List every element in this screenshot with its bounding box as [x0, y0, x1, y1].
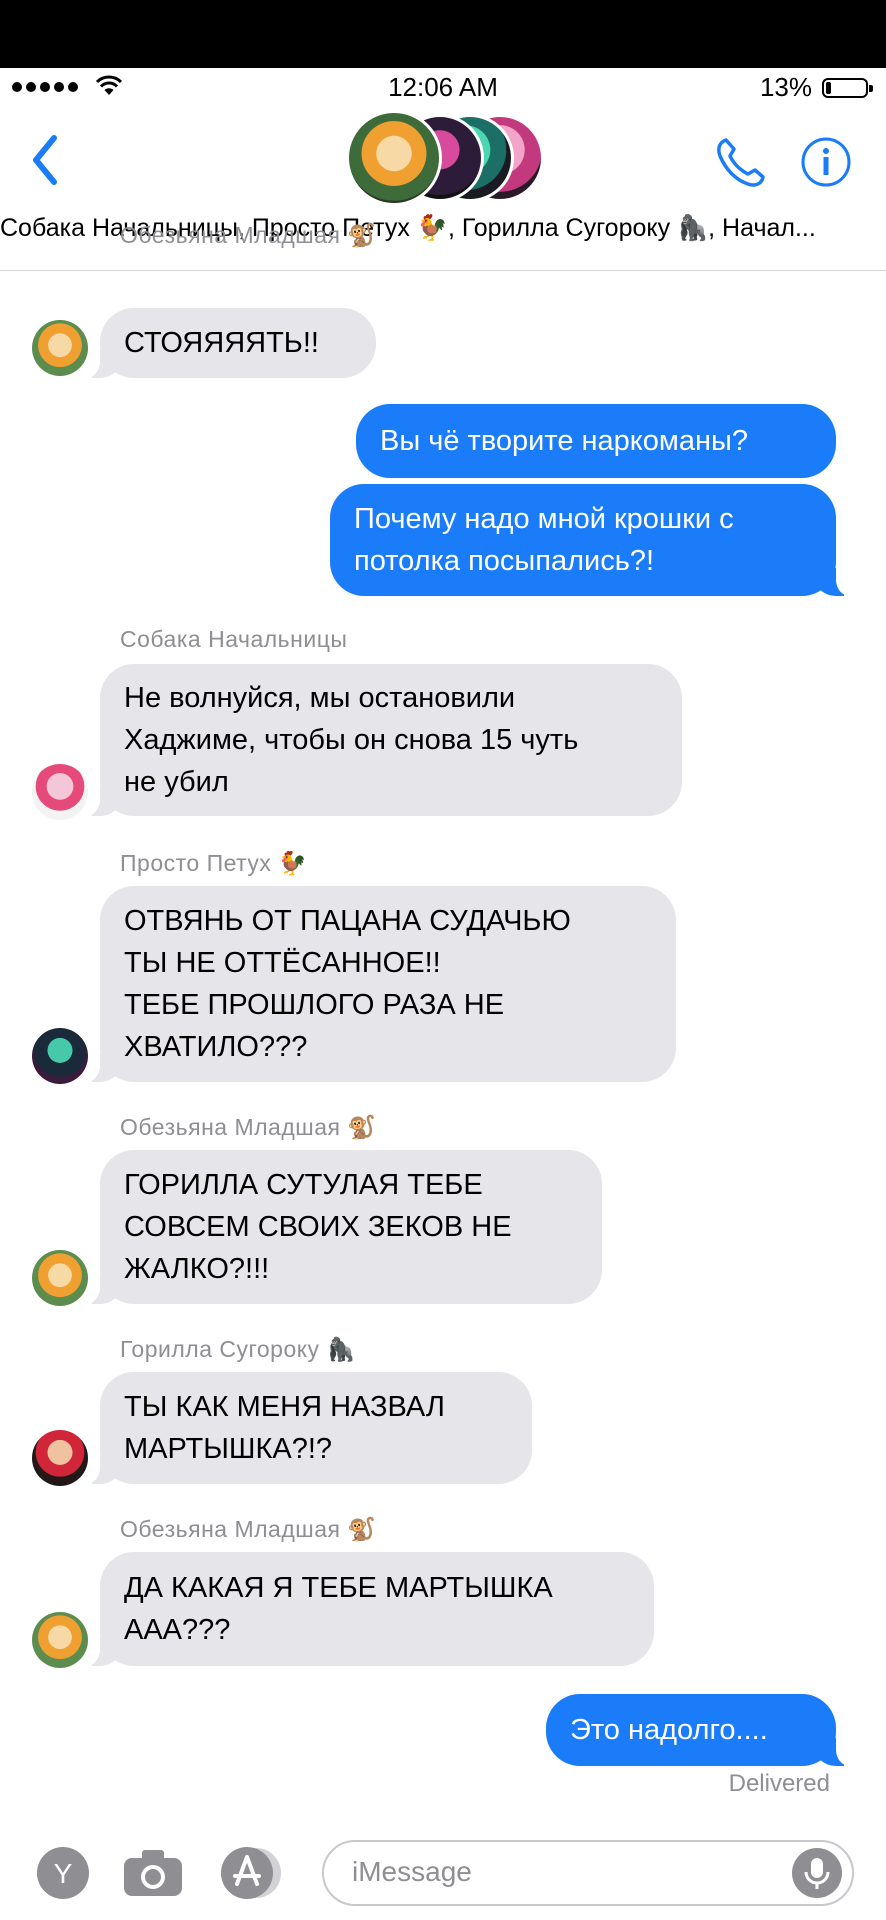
avatar-dog — [32, 764, 88, 820]
app-y-icon: Y — [37, 1847, 89, 1899]
app-drawer-button[interactable]: Y — [36, 1846, 90, 1900]
sender-name: Собака Начальницы — [120, 626, 348, 652]
message-text: Это надолго.... — [570, 1714, 768, 1746]
message-bubble-outgoing[interactable]: Это надолго.... — [546, 1694, 858, 1766]
message-text: ТЫ КАК МЕНЯ НАЗВАЛ МАРТЫШКА?!? — [124, 1391, 445, 1465]
message-bubble-incoming[interactable]: ТЫ КАК МЕНЯ НАЗВАЛ МАРТЫШКА?!? — [78, 1372, 532, 1484]
phone-call-icon[interactable] — [712, 134, 768, 190]
avatar-monkey — [32, 1250, 88, 1306]
sender-name: Просто Петух 🐓 — [120, 850, 308, 876]
imessage-input[interactable]: iMessage — [322, 1840, 854, 1906]
message-bubble-outgoing[interactable]: Вы чё творите наркоманы? — [356, 404, 836, 478]
avatar-gorilla — [32, 1430, 88, 1486]
message-text: Вы чё творите наркоманы? — [380, 425, 748, 457]
avatar-monkey — [32, 320, 88, 376]
message-bubble-incoming[interactable]: ГОРИЛЛА СУТУЛАЯ ТЕБЕ СОВСЕМ СВОИХ ЗЕКОВ … — [78, 1150, 602, 1304]
avatar-monkey — [32, 1612, 88, 1668]
camera-icon — [124, 1850, 182, 1896]
message-bubble-incoming[interactable]: ОТВЯНЬ ОТ ПАЦАНА СУДАЧЬЮ ТЫ НЕ ОТТЁСАННО… — [78, 886, 676, 1082]
status-time: 12:06 AM — [388, 72, 498, 102]
delivery-status: Delivered — [728, 1770, 830, 1797]
message-text: Почему надо мной крошки с потолка посыпа… — [354, 503, 734, 577]
battery-icon — [822, 78, 873, 98]
avatar-rooster — [32, 1028, 88, 1084]
sender-name: Обезьяна Младшая 🐒 — [120, 222, 377, 248]
imessage-placeholder: iMessage — [352, 1856, 472, 1887]
sender-name: Обезьяна Младшая 🐒 — [120, 1516, 377, 1542]
message-bubble-incoming[interactable]: Не волнуйся, мы остановили Хаджиме, чтоб… — [78, 664, 682, 816]
message-input-bar: Y iMessage — [0, 1828, 886, 1920]
sender-name: Обезьяна Младшая 🐒 — [120, 1114, 377, 1140]
group-avatars[interactable] — [346, 110, 546, 208]
message-bubble-incoming[interactable]: ДА КАКАЯ Я ТЕБЕ МАРТЫШКА ААА??? — [78, 1552, 654, 1666]
message-text: ОТВЯНЬ ОТ ПАЦАНА СУДАЧЬЮ ТЫ НЕ ОТТЁСАННО… — [124, 905, 571, 1063]
svg-text:Y: Y — [54, 1858, 73, 1889]
sender-name: Горилла Сугороку 🦍 — [120, 1336, 356, 1362]
message-text: СТОЯЯЯЯТЬ!! — [124, 327, 319, 359]
camera-button[interactable] — [122, 1846, 184, 1900]
message-text: ДА КАКАЯ Я ТЕБЕ МАРТЫШКА ААА??? — [124, 1572, 553, 1646]
message-text: ГОРИЛЛА СУТУЛАЯ ТЕБЕ СОВСЕМ СВОИХ ЗЕКОВ … — [124, 1169, 512, 1285]
back-chevron-icon[interactable] — [22, 130, 72, 190]
app-store-icon — [221, 1847, 281, 1899]
message-bubble-incoming[interactable]: СТОЯЯЯЯТЬ!! — [78, 308, 376, 378]
microphone-button[interactable] — [792, 1848, 842, 1898]
battery-percentage: 13% — [759, 72, 812, 102]
status-bar: 12:06 AM 13% — [0, 68, 886, 108]
message-bubble-outgoing[interactable]: Почему надо мной крошки с потолка посыпа… — [330, 484, 858, 596]
message-text: Не волнуйся, мы остановили Хаджиме, чтоб… — [124, 682, 579, 798]
info-icon[interactable] — [800, 136, 852, 188]
microphone-icon — [804, 1858, 830, 1889]
top-black-bar — [0, 0, 886, 68]
app-store-button[interactable] — [220, 1846, 284, 1900]
group-avatar-1 — [346, 110, 442, 206]
